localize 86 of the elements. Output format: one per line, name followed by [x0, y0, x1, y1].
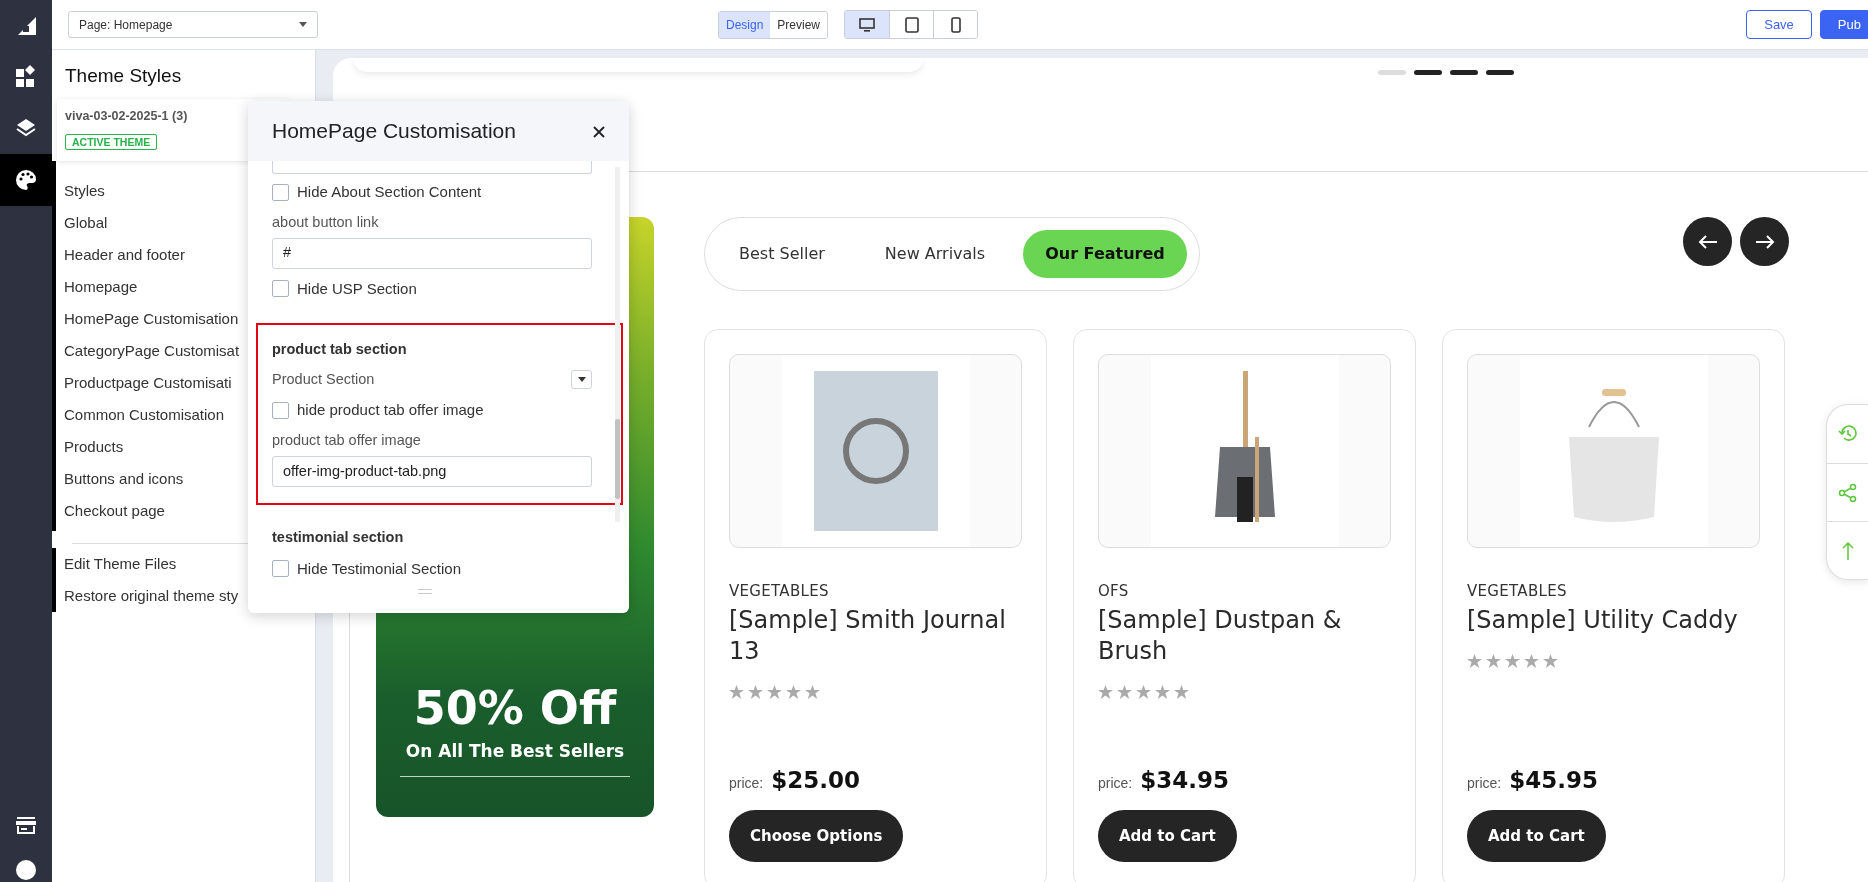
add-to-cart-button[interactable]: Add to Cart [1467, 809, 1606, 862]
arrow-left-icon [1697, 234, 1718, 249]
star-icon [767, 684, 782, 699]
panel-title: Theme Styles [64, 64, 183, 88]
product-tab[interactable]: Our Featured [1023, 230, 1187, 278]
widgets-icon[interactable] [14, 64, 38, 88]
menu-item[interactable]: HomePage Customisation [56, 303, 239, 336]
scrollbar-thumb[interactable] [615, 419, 620, 499]
price-label: price: [1467, 774, 1502, 793]
menu-item[interactable]: Header and footer [56, 239, 185, 272]
choose-options-button[interactable]: Choose Options [729, 809, 904, 862]
banner-headline: 50% Off [413, 684, 617, 731]
select-label: Product Section [272, 369, 375, 389]
menu-item[interactable]: Edit Theme Files [56, 548, 177, 581]
price-label: price: [1098, 774, 1133, 793]
previous-button[interactable] [1683, 217, 1732, 266]
menu-item[interactable]: Homepage [56, 271, 138, 304]
publish-button[interactable]: Pub [1819, 9, 1868, 40]
menu-item[interactable]: Buttons and icons [56, 463, 184, 496]
caret-icon [299, 22, 307, 27]
checkbox[interactable] [272, 401, 289, 419]
save-button[interactable]: Save [1746, 9, 1812, 40]
desktop-icon[interactable] [859, 17, 876, 32]
price-label: price: [729, 774, 764, 793]
tablet-icon[interactable] [904, 16, 919, 33]
field-label: about button link [272, 213, 380, 232]
theme-name: viva-03-02-2025-1 (3) [65, 107, 189, 125]
star-icon [1505, 653, 1520, 668]
palette-icon[interactable] [14, 168, 38, 192]
product-category: OFS [1098, 581, 1130, 602]
menu-item[interactable]: Styles [56, 175, 105, 208]
star-icon [805, 684, 820, 699]
page-select[interactable]: Page: Homepage [68, 11, 318, 38]
product-name[interactable]: [Sample] Utility Caddy [1467, 604, 1760, 636]
product-name[interactable]: [Sample] Dustpan & Brush [1098, 604, 1391, 667]
product-name[interactable]: [Sample] Smith Journal 13 [729, 604, 1022, 667]
view-mode-tab[interactable]: Design [719, 11, 771, 38]
star-icon [1543, 653, 1558, 668]
dropdown-button[interactable] [571, 369, 592, 389]
input-field[interactable]: # [272, 237, 592, 269]
checkbox[interactable] [272, 560, 289, 578]
phone-icon[interactable] [950, 16, 961, 33]
section-heading: testimonial section [272, 528, 405, 547]
close-icon [593, 126, 605, 139]
star-icon [748, 684, 763, 699]
star-icon [1524, 653, 1539, 668]
caret-icon [577, 376, 586, 382]
star-icon [1174, 684, 1189, 699]
product-tab[interactable]: Best Seller [717, 230, 847, 278]
star-icon [1155, 684, 1170, 699]
input-field[interactable]: offer-img-product-tab.png [272, 456, 592, 487]
star-icon [1117, 684, 1132, 699]
star-icon [1098, 684, 1113, 699]
section-heading: product tab section [272, 339, 408, 359]
menu-item[interactable]: Products [56, 431, 124, 464]
checkbox-label: hide product tab offer image [297, 400, 484, 420]
product-category: VEGETABLES [729, 581, 830, 602]
menu-item[interactable]: Checkout page [56, 495, 165, 528]
checkbox-label: Hide USP Section [297, 278, 417, 299]
menu-item[interactable]: CategoryPage Customisat [56, 335, 240, 368]
checkbox-label: Hide About Section Content [297, 181, 482, 202]
panel-title: HomePage Customisation [272, 118, 516, 145]
menu-item[interactable]: Productpage Customisati [56, 367, 232, 400]
price: $45.95 [1509, 766, 1598, 795]
menu-item[interactable]: Common Customisation [56, 399, 225, 432]
resize-handle[interactable] [417, 588, 432, 594]
star-icon [1136, 684, 1151, 699]
add-to-cart-button[interactable]: Add to Cart [1098, 809, 1237, 862]
field-label: product tab offer image [272, 431, 422, 451]
arrow-right-icon [1754, 234, 1775, 249]
star-icon [1486, 653, 1501, 668]
star-icon [1467, 653, 1482, 668]
banner-subline: On All The Best Sellers [399, 730, 631, 777]
menu-item[interactable]: Global [56, 207, 108, 240]
star-icon [786, 684, 801, 699]
checkbox[interactable] [272, 183, 289, 201]
price: $34.95 [1140, 766, 1229, 795]
product-category: VEGETABLES [1467, 581, 1568, 602]
checkbox[interactable] [272, 280, 289, 298]
price: $25.00 [771, 766, 860, 795]
star-icon [729, 684, 744, 699]
active-theme-badge: ACTIVE THEME [65, 134, 158, 151]
next-button[interactable] [1740, 217, 1789, 266]
menu-item[interactable]: Restore original theme sty [56, 580, 239, 613]
checkbox-label: Hide Testimonial Section [297, 558, 461, 579]
product-tab[interactable]: New Arrivals [862, 230, 1008, 278]
